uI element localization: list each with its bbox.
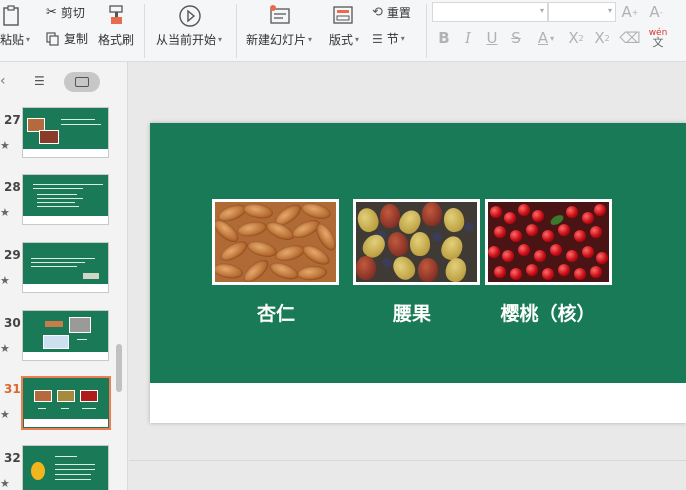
format-painter-label: 格式刷 [98, 33, 135, 47]
slide-number: 32 [4, 451, 21, 465]
format-painter-button[interactable]: 格式刷 [98, 31, 134, 48]
thumbnail-image [22, 174, 109, 225]
strikethrough-icon[interactable]: S [506, 28, 526, 48]
slides-view-icon[interactable] [64, 72, 100, 92]
copy-button[interactable]: 复制 [46, 30, 88, 47]
almonds-caption[interactable]: 杏仁 [206, 299, 346, 326]
new-slide-button[interactable]: 新建幻灯片 ▾ [246, 31, 312, 48]
animation-star-icon: ★ [0, 139, 10, 152]
font-color-icon[interactable]: A ▾ [532, 28, 560, 48]
ribbon-divider [236, 4, 237, 58]
copy-icon [46, 31, 59, 46]
slide-editor: 杏仁 腰果 樱桃（核） [129, 62, 686, 490]
ribbon-divider [144, 4, 145, 58]
cashews-image [356, 202, 477, 282]
slide-number: 28 [4, 180, 21, 194]
cashews-photo[interactable] [353, 199, 480, 285]
panel-scrollbar[interactable] [116, 344, 122, 392]
phonetic-guide-icon[interactable]: wén 文 [644, 28, 672, 49]
almonds-image [215, 202, 336, 282]
animation-star-icon: ★ [0, 206, 10, 219]
slide-thumbnail[interactable]: 28 ★ [0, 174, 120, 240]
animation-star-icon: ★ [0, 408, 10, 421]
new-slide-icon[interactable] [266, 2, 294, 28]
slide-thumbnail[interactable]: 30 ★ [0, 310, 120, 376]
cut-button[interactable]: ✂ 剪切 [46, 4, 85, 21]
cherries-photo[interactable] [485, 199, 612, 285]
chevron-down-icon: ▾ [308, 35, 313, 44]
chevron-down-icon: ▾ [218, 35, 223, 44]
ribbon-divider [426, 4, 427, 58]
slide-thumbnail-selected[interactable]: 31 ★ [0, 376, 120, 442]
section-icon: ☰ [372, 31, 383, 46]
slide-number: 31 [4, 382, 21, 396]
slide-number: 27 [4, 113, 21, 127]
font-name-input[interactable]: ▾ [432, 2, 548, 22]
slide-number: 30 [4, 316, 21, 330]
chevron-down-icon: ▾ [355, 35, 360, 44]
chevron-down-icon: ▾ [607, 6, 612, 15]
cherries-image [488, 202, 609, 282]
reset-icon: ⟲ [372, 5, 383, 20]
outline-view-icon[interactable]: ☰ [34, 74, 45, 88]
slide-thumbnail[interactable]: 27 ★ [0, 107, 120, 173]
font-size-input[interactable]: ▾ [548, 2, 616, 22]
cherries-caption[interactable]: 樱桃（核） [478, 299, 618, 326]
decrease-font-icon[interactable]: A- [646, 2, 666, 22]
cashews-caption[interactable]: 腰果 [342, 299, 482, 326]
ribbon-toolbar: 粘贴 ▾ ✂ 剪切 复制 格式刷 从当前开始 ▾ 新建幻灯片 ▾ 版式 ▾ ⟲ 重置 [0, 0, 686, 62]
from-current-label: 从当前开始 [156, 33, 217, 47]
animation-star-icon: ★ [0, 477, 10, 490]
increase-font-icon[interactable]: A + [620, 2, 640, 22]
paste-icon[interactable] [0, 4, 24, 28]
current-slide[interactable]: 杏仁 腰果 樱桃（核） [150, 123, 686, 423]
eraser-icon[interactable]: ⌫ [619, 28, 640, 48]
section-label: 节 [386, 32, 399, 46]
paste-button[interactable]: 粘贴 ▾ [0, 31, 30, 48]
paste-label: 粘贴 [0, 33, 25, 47]
reset-label: 重置 [386, 6, 411, 20]
thumbnail-image [22, 445, 109, 490]
layout-button[interactable]: 版式 ▾ [329, 31, 359, 48]
new-slide-label: 新建幻灯片 [246, 33, 307, 47]
superscript-icon[interactable]: X2 [566, 28, 586, 48]
layout-label: 版式 [329, 33, 354, 47]
layout-icon[interactable] [330, 2, 356, 28]
thumbnail-image [22, 242, 109, 293]
format-painter-icon[interactable] [104, 2, 130, 28]
animation-star-icon: ★ [0, 274, 10, 287]
slide-thumbnail[interactable]: 29 ★ [0, 242, 120, 308]
play-icon[interactable] [176, 2, 204, 30]
collapse-panel-icon[interactable]: ‹ [0, 73, 6, 89]
slide-thumbnail-panel: ‹ ☰ 27 ★ 28 ★ 29 ★ 30 ★ 31 ★ 32 ★ [0, 62, 128, 490]
chevron-down-icon: ▾ [400, 34, 405, 43]
reset-button[interactable]: ⟲ 重置 [372, 4, 411, 21]
italic-icon[interactable]: I [458, 28, 478, 48]
from-current-button[interactable]: 从当前开始 ▾ [156, 31, 222, 48]
thumbnail-image [22, 310, 109, 361]
slide-number: 29 [4, 248, 21, 262]
copy-label: 复制 [64, 32, 89, 46]
thumbnail-image [21, 376, 111, 430]
slide-thumbnail[interactable]: 32 ★ [0, 445, 120, 490]
chevron-down-icon: ▾ [26, 35, 31, 44]
cut-label: 剪切 [60, 6, 85, 20]
section-button[interactable]: ☰ 节 ▾ [372, 30, 405, 47]
subscript-icon[interactable]: X2 [592, 28, 612, 48]
bold-icon[interactable]: B [434, 28, 454, 48]
chevron-down-icon: ▾ [539, 6, 544, 15]
thumbnail-image [22, 107, 109, 158]
scissors-icon: ✂ [46, 5, 57, 20]
almonds-photo[interactable] [212, 199, 339, 285]
underline-icon[interactable]: U [482, 28, 502, 48]
notes-area-edge [129, 460, 686, 490]
animation-star-icon: ★ [0, 342, 10, 355]
panel-header: ‹ ☰ [0, 62, 128, 102]
